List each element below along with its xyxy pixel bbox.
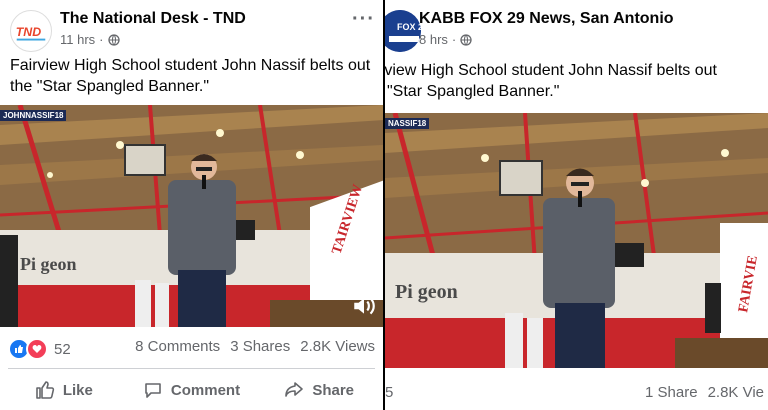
love-reaction-icon <box>26 338 48 360</box>
shares-count[interactable]: 1 Share <box>645 384 698 401</box>
post-time[interactable]: 11 hrs <box>60 32 95 47</box>
comment-label: Comment <box>170 381 241 399</box>
post-caption: rview High School student John Nassif be… <box>385 60 717 102</box>
post-time[interactable]: 8 hrs <box>419 32 448 47</box>
globe-icon <box>107 33 120 46</box>
meta-dot: · <box>99 32 104 47</box>
post-caption: Fairview High School student John Nassif… <box>10 55 370 97</box>
more-options-icon[interactable]: ··· <box>352 8 375 31</box>
post-actions: Like Comment Share <box>0 370 383 410</box>
post-video[interactable]: Pi geon TAIRVIEW JOHNNASSIF18 <box>0 105 383 327</box>
comment-icon <box>145 383 161 398</box>
post-header: TND The National Desk - TND 11 hrs · ··· <box>0 4 383 54</box>
volume-icon[interactable] <box>351 293 377 319</box>
post-meta: 11 hrs · <box>60 32 120 47</box>
tnd-logo-icon: TND <box>16 25 46 41</box>
svg-text:FOX 29: FOX 29 <box>397 22 421 32</box>
like-button[interactable]: Like <box>0 370 128 410</box>
like-label: Like <box>62 381 93 399</box>
page-name-link[interactable]: KABB FOX 29 News, San Antonio <box>419 10 674 28</box>
svg-text:Pi geon: Pi geon <box>395 281 458 303</box>
engagement-counts: 8 Comments 3 Shares 2.8K Views <box>135 338 375 355</box>
reaction-count: 5 <box>385 384 394 401</box>
engagement-counts: 1 Share 2.8K Vie <box>645 384 764 401</box>
gym-scene: Pi geon FAIRVIE <box>385 113 768 368</box>
thumbs-up-icon <box>36 381 54 399</box>
post-header: FOX 29 KABB FOX 29 News, San Antonio 8 h… <box>385 4 768 54</box>
comments-count[interactable]: 8 Comments <box>135 338 220 355</box>
left-post-card: TND The National Desk - TND 11 hrs · ···… <box>0 0 383 410</box>
reactions[interactable]: 52 <box>8 338 71 360</box>
share-icon <box>285 382 304 397</box>
caption-line: Fairview High School student John Nassif… <box>10 57 371 74</box>
video-tag: JOHNNASSIF18 <box>0 110 67 121</box>
post-meta: 8 hrs · <box>419 32 472 47</box>
page-avatar[interactable]: FOX 29 <box>385 10 421 52</box>
globe-icon <box>460 33 472 46</box>
caption-line: the "Star Spangled Banner." <box>10 78 210 95</box>
views-count: 2.8K Vie <box>707 384 764 401</box>
gym-scene: Pi geon TAIRVIEW <box>0 105 383 327</box>
meta-dot: · <box>451 32 457 47</box>
right-post-card: FOX 29 KABB FOX 29 News, San Antonio 8 h… <box>385 0 768 410</box>
comment-button[interactable]: Comment <box>128 370 256 410</box>
reaction-count: 52 <box>54 340 71 358</box>
fox29-logo-icon: FOX 29 <box>385 10 421 52</box>
share-button[interactable]: Share <box>255 370 383 410</box>
page-name-link[interactable]: The National Desk - TND <box>60 10 246 28</box>
page-avatar[interactable]: TND <box>10 10 52 52</box>
svg-text:TND: TND <box>16 25 41 39</box>
caption-line: rview High School student John Nassif be… <box>385 62 717 79</box>
action-divider <box>8 368 375 369</box>
svg-text:Pi geon: Pi geon <box>20 254 77 274</box>
post-video[interactable]: Pi geon FAIRVIE NASSIF18 <box>385 113 768 368</box>
caption-line: "Star Spangled Banner." <box>387 83 560 100</box>
views-count: 2.8K Views <box>300 338 375 355</box>
video-tag: NASSIF18 <box>385 118 430 129</box>
shares-count[interactable]: 3 Shares <box>230 338 290 355</box>
share-label: Share <box>312 381 355 399</box>
